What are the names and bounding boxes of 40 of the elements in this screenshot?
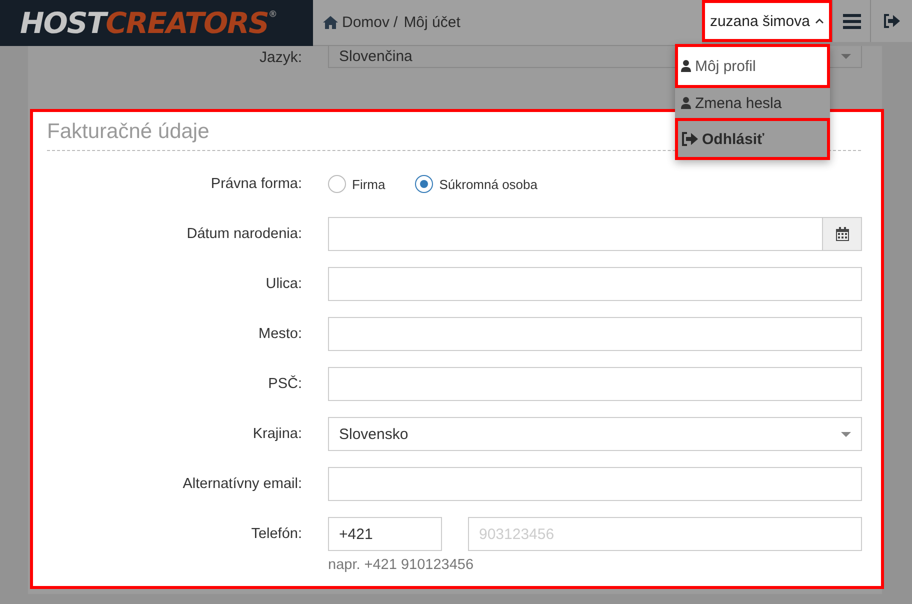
field-label: Právna forma: (210, 176, 302, 192)
caret-icon (815, 18, 824, 24)
text-field[interactable] (328, 467, 862, 501)
dropdown-item[interactable]: Zmena hesla (675, 88, 830, 118)
field-label: Mesto: (257, 326, 302, 342)
dropdown-item[interactable]: Odhlásiť (675, 118, 830, 160)
date-field[interactable] (328, 217, 862, 251)
home-icon (323, 16, 338, 29)
text-field[interactable] (328, 267, 862, 301)
dropdown-item[interactable]: Môj profil (675, 44, 830, 88)
caret-icon (841, 54, 851, 59)
breadcrumb-link[interactable]: Môj účet (404, 14, 460, 31)
field-label: Alternatívny email: (182, 476, 302, 492)
radio-option[interactable]: Firma (328, 175, 386, 193)
menu-button[interactable] (832, 0, 870, 42)
breadcrumb-link[interactable]: Domov (342, 14, 390, 31)
field-label: PSČ: (267, 376, 302, 392)
logout-icon (883, 14, 900, 28)
prefix-field[interactable]: +421 (328, 517, 442, 551)
logout-icon (681, 132, 698, 146)
country-select[interactable]: Slovensko (328, 417, 862, 451)
field-label: Ulica: (264, 276, 302, 292)
user-menu-button[interactable]: zuzana šimova (702, 0, 832, 42)
field-label: Jazyk: (258, 48, 302, 66)
caret-icon (841, 432, 851, 436)
calendar-button[interactable] (822, 218, 861, 250)
field-label: Dátum narodenia: (186, 226, 302, 242)
user-icon (681, 97, 691, 109)
calendar-icon (836, 227, 848, 241)
radio-option[interactable]: Súkromná osoba (415, 175, 538, 193)
menu-icon (842, 14, 860, 28)
logout-button[interactable] (870, 0, 912, 42)
user-icon (681, 60, 691, 72)
field-label: Krajina: (252, 426, 302, 442)
logo[interactable]: HOSTCREATORS® (0, 0, 313, 46)
text-field[interactable] (328, 367, 862, 401)
breadcrumb-separator: / (394, 14, 398, 31)
text-field[interactable] (328, 317, 862, 351)
hint-text: napr. +421 910123456 (328, 557, 475, 573)
field-label: Telefón: (250, 526, 302, 542)
